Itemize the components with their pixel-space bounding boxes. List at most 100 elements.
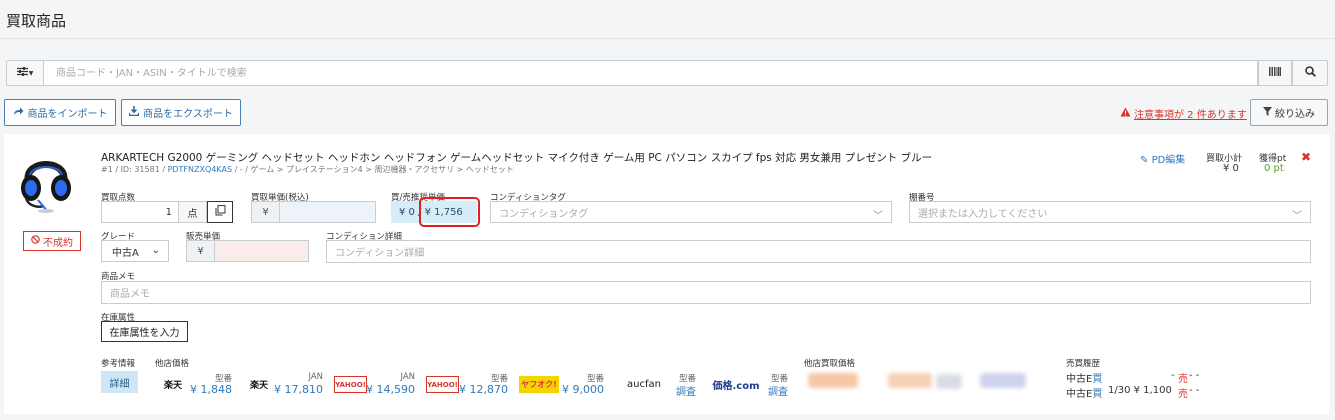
history-sell-mark: 売 bbox=[1178, 374, 1188, 385]
store-kind: JAN bbox=[308, 372, 323, 382]
store-kind: JAN bbox=[400, 372, 415, 382]
search-icon bbox=[1304, 66, 1316, 80]
memo-placeholder: 商品メモ bbox=[110, 289, 150, 300]
memo-textarea[interactable]: 商品メモ bbox=[101, 281, 1311, 304]
condition-tag-placeholder: コンディションタグ bbox=[499, 208, 589, 220]
import-products-button[interactable]: 商品をインポート bbox=[4, 99, 116, 126]
store-price-rakuten-jan[interactable]: 楽天 JAN ¥ 17,810 bbox=[243, 372, 323, 398]
store-price-yahoo-jan[interactable]: YAHOO! JAN ¥ 14,590 bbox=[334, 372, 415, 398]
qty-unit: 点 bbox=[178, 202, 206, 222]
stock-attribute-button[interactable]: 在庫属性を入力 bbox=[101, 321, 188, 342]
ban-icon bbox=[31, 235, 40, 247]
sale-price-field[interactable]: ¥ bbox=[186, 240, 309, 262]
meta-prefix: #1 / ID: 31581 / bbox=[101, 165, 168, 174]
barcode-button[interactable] bbox=[1258, 60, 1292, 86]
chevron-down-icon: ⌄ bbox=[151, 245, 160, 256]
search-input[interactable] bbox=[44, 60, 1258, 86]
store-price: ¥ 14,590 bbox=[366, 383, 415, 396]
warning-triangle-icon bbox=[1120, 107, 1131, 120]
highlight-box bbox=[419, 197, 480, 227]
title-divider bbox=[0, 38, 1335, 39]
chevron-down-icon: ﹀ bbox=[873, 211, 883, 222]
download-icon bbox=[128, 106, 140, 119]
sliders-icon bbox=[16, 67, 28, 79]
filter-button[interactable]: 絞り込み bbox=[1250, 99, 1328, 126]
filter-label: 絞り込み bbox=[1275, 109, 1315, 120]
history-sell-mark: 売 bbox=[1178, 389, 1188, 400]
qty-value: 1 bbox=[165, 206, 172, 218]
funnel-icon bbox=[1263, 106, 1272, 119]
grade-select[interactable]: 中古A ⌄ bbox=[101, 240, 169, 262]
store-research-link[interactable]: 調査 bbox=[768, 383, 788, 398]
history-grade: 中古E bbox=[1066, 374, 1093, 385]
store-price: ¥ 12,870 bbox=[459, 383, 508, 396]
store-price: ¥ 9,000 bbox=[562, 383, 604, 396]
product-thumbnail[interactable] bbox=[18, 148, 74, 214]
yahoo-shopping-logo: YAHOO! bbox=[334, 376, 367, 393]
reference-label: 参考情報 bbox=[101, 359, 136, 369]
history-buy-mark: 買 bbox=[1092, 374, 1103, 385]
store-price-kakaku[interactable]: 価格.com 型番 調査 bbox=[708, 372, 788, 398]
shelf-select[interactable]: 選択または入力してください ﹀ bbox=[909, 201, 1311, 223]
yahuoku-logo: ヤフオク! bbox=[519, 376, 559, 393]
aucfan-logo: aucfan bbox=[627, 379, 661, 390]
sale-price-input[interactable] bbox=[215, 241, 308, 261]
share-arrow-icon bbox=[13, 107, 24, 119]
detail-button[interactable]: 詳細 bbox=[101, 371, 138, 393]
pd-edit-label: PD編集 bbox=[1151, 155, 1186, 166]
product-name: ARKARTECH G2000 ゲーミング ヘッドセット ヘッドホン ヘッドフォ… bbox=[101, 152, 933, 164]
remove-item-icon[interactable]: ✖ bbox=[1301, 150, 1311, 164]
history-label: 売買履歴 bbox=[1066, 359, 1101, 369]
rakuten-logo: 楽天 bbox=[157, 376, 189, 393]
search-button[interactable] bbox=[1292, 60, 1328, 86]
search-options-button[interactable]: ▼ bbox=[6, 60, 44, 86]
store-price: ¥ 1,848 bbox=[190, 383, 232, 396]
copy-icon bbox=[215, 205, 226, 219]
barcode-icon bbox=[1269, 67, 1281, 79]
yahoo-shopping-logo: YAHOO! bbox=[426, 376, 459, 393]
store-research-link[interactable]: 調査 bbox=[676, 383, 696, 398]
other-prices-label: 他店価格 bbox=[155, 359, 190, 369]
buy-price-field[interactable]: ¥ bbox=[251, 201, 376, 223]
store-price-yahuoku[interactable]: ヤフオク! 型番 ¥ 9,000 bbox=[519, 372, 604, 398]
status-badge: 不成約 bbox=[23, 231, 81, 251]
page-title: 買取商品 bbox=[6, 12, 67, 30]
copy-button[interactable] bbox=[207, 201, 233, 223]
warnings-link[interactable]: 注意事項が 2 件あります bbox=[1120, 106, 1247, 121]
caret-down-icon: ▼ bbox=[28, 69, 34, 77]
store-price-rakuten-model[interactable]: 楽天 型番 ¥ 1,848 bbox=[157, 372, 232, 398]
blurred-buy-prices bbox=[804, 370, 1054, 394]
warnings-label: 注意事項が 2 件あります bbox=[1134, 110, 1247, 121]
buy-price-input[interactable] bbox=[280, 202, 375, 222]
chevron-down-icon: ﹀ bbox=[1292, 211, 1302, 222]
export-label: 商品をエクスポート bbox=[143, 109, 233, 120]
export-products-button[interactable]: 商品をエクスポート bbox=[121, 99, 241, 126]
history-buy-value: 1/30 ¥ 1,100 bbox=[1108, 385, 1172, 396]
asin-link[interactable]: PDTFNZXQ4KAS bbox=[168, 165, 232, 174]
meta-category: / - / ゲーム > プレイステーション4 > 周辺機器・アクセサリ > ヘッ… bbox=[232, 165, 514, 174]
history-buy-mark: 買 bbox=[1092, 389, 1103, 400]
yen-addon: ¥ bbox=[252, 202, 280, 222]
product-meta: #1 / ID: 31581 / PDTFNZXQ4KAS / - / ゲーム … bbox=[101, 164, 514, 175]
other-buy-prices-label: 他店買取価格 bbox=[804, 359, 856, 369]
pencil-icon: ✎ bbox=[1140, 155, 1149, 166]
store-price: ¥ 17,810 bbox=[274, 383, 323, 396]
kakaku-logo: 価格.com bbox=[712, 381, 760, 392]
shelf-placeholder: 選択または入力してください bbox=[918, 208, 1048, 220]
store-price-aucfan[interactable]: aucfan 型番 調査 bbox=[616, 372, 696, 398]
grade-value: 中古A bbox=[112, 247, 139, 259]
import-label: 商品をインポート bbox=[27, 109, 108, 120]
qty-field[interactable]: 1 点 bbox=[101, 201, 207, 223]
subtotal-value: ¥ 0 bbox=[1223, 163, 1239, 174]
rakuten-logo: 楽天 bbox=[243, 376, 275, 393]
store-price-yahoo-model[interactable]: YAHOO! 型番 ¥ 12,870 bbox=[426, 372, 508, 398]
history-row: 中古E買 - 売 - - bbox=[1066, 370, 1206, 385]
yen-addon: ¥ bbox=[187, 241, 215, 261]
history-row: 中古E買 1/30 ¥ 1,100 売 - - bbox=[1066, 385, 1206, 400]
condition-detail-textarea[interactable]: コンディション詳細 bbox=[326, 240, 1311, 263]
history-grade: 中古E bbox=[1066, 389, 1093, 400]
pd-edit-link[interactable]: ✎ PD編集 bbox=[1140, 151, 1185, 166]
history-tail: - - bbox=[1189, 385, 1200, 396]
condition-detail-placeholder: コンディション詳細 bbox=[335, 248, 425, 259]
condition-tag-select[interactable]: コンディションタグ ﹀ bbox=[490, 201, 892, 223]
